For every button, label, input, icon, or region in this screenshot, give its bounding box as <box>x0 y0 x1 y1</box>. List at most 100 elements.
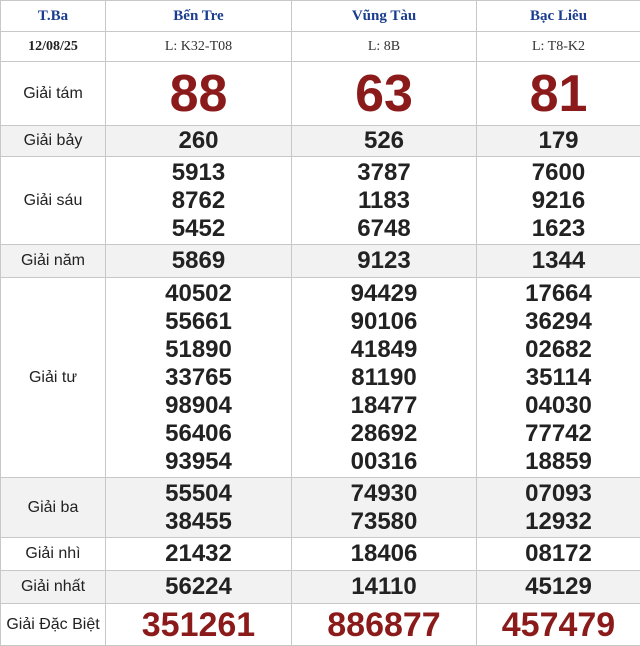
prize-cell: 56224 <box>106 571 292 604</box>
prize-number: 5913 <box>106 159 291 187</box>
prize-number: 17664 <box>477 280 640 308</box>
prize-number: 6748 <box>292 215 476 243</box>
prize-cell: 45129 <box>477 571 640 604</box>
prize-number: 40502 <box>106 280 291 308</box>
prize-number: 88 <box>170 65 228 123</box>
prize-label: Giải Đặc Biệt <box>1 604 106 646</box>
prize-number: 98904 <box>106 392 291 420</box>
prize-cell: 81 <box>477 62 640 126</box>
prize-cell: 5869 <box>106 245 292 278</box>
prize-number: 74930 <box>292 480 476 508</box>
prize-cell: 760092161623 <box>477 157 640 245</box>
prize-label: Giải bảy <box>1 126 106 157</box>
prize-number: 07093 <box>477 480 640 508</box>
prize-number: 1183 <box>292 187 476 215</box>
prize-row: Giải nhì 21432 18406 08172 <box>1 538 640 571</box>
prize-label: Giải tám <box>1 62 106 126</box>
prize-label: Giải năm <box>1 245 106 278</box>
prize-row: Giải tư 40502556615189033765989045640693… <box>1 278 640 478</box>
prize-number: 18406 <box>292 540 476 568</box>
prize-cell: 18406 <box>292 538 477 571</box>
prize-number: 5869 <box>106 247 291 275</box>
prize-number: 56224 <box>106 573 291 601</box>
prize-cell: 179 <box>477 126 640 157</box>
prize-number: 02682 <box>477 336 640 364</box>
prize-cell: 378711836748 <box>292 157 477 245</box>
prize-number: 179 <box>477 127 640 155</box>
prize-number: 260 <box>106 127 291 155</box>
prize-number: 5452 <box>106 215 291 243</box>
prize-number: 55661 <box>106 308 291 336</box>
prize-number: 41849 <box>292 336 476 364</box>
prize-number: 45129 <box>477 573 640 601</box>
prize-number: 90106 <box>292 308 476 336</box>
prize-number: 08172 <box>477 540 640 568</box>
weekday-header: T.Ba <box>1 1 106 32</box>
prize-number: 8762 <box>106 187 291 215</box>
prize-label: Giải tư <box>1 278 106 478</box>
prize-cell: 14110 <box>292 571 477 604</box>
prize-row: Giải bảy 260 526 179 <box>1 126 640 157</box>
prize-cell: 591387625452 <box>106 157 292 245</box>
prize-cell: 886877 <box>292 604 477 646</box>
ticket-code-ben-tre: L: K32-T08 <box>106 32 292 62</box>
ticket-code-row: 12/08/25 L: K32-T08 L: 8B L: T8-K2 <box>1 32 640 62</box>
header-row: T.Ba Bến Tre Vũng Tàu Bạc Liêu <box>1 1 640 32</box>
prize-cell: 08172 <box>477 538 640 571</box>
prize-cell: 7493073580 <box>292 478 477 538</box>
province-header-ben-tre[interactable]: Bến Tre <box>106 1 292 32</box>
prize-label: Giải nhất <box>1 571 106 604</box>
prize-number: 1623 <box>477 215 640 243</box>
prize-number: 94429 <box>292 280 476 308</box>
prize-cell: 0709312932 <box>477 478 640 538</box>
prize-number: 56406 <box>106 420 291 448</box>
prize-cell: 457479 <box>477 604 640 646</box>
prize-number: 14110 <box>292 573 476 601</box>
prize-number: 21432 <box>106 540 291 568</box>
prize-number: 7600 <box>477 159 640 187</box>
prize-number: 51890 <box>106 336 291 364</box>
prize-label: Giải ba <box>1 478 106 538</box>
prize-number: 28692 <box>292 420 476 448</box>
prize-label: Giải sáu <box>1 157 106 245</box>
ticket-code-bac-lieu: L: T8-K2 <box>477 32 640 62</box>
prize-number: 38455 <box>106 508 291 536</box>
prize-number: 73580 <box>292 508 476 536</box>
prize-cell: 351261 <box>106 604 292 646</box>
prize-cell: 9123 <box>292 245 477 278</box>
prize-cell: 17664362940268235114040307774218859 <box>477 278 640 478</box>
prize-number: 457479 <box>502 606 615 644</box>
prize-number: 36294 <box>477 308 640 336</box>
draw-date: 12/08/25 <box>1 32 106 62</box>
prize-cell: 94429901064184981190184772869200316 <box>292 278 477 478</box>
prize-number: 35114 <box>477 364 640 392</box>
prize-cell: 21432 <box>106 538 292 571</box>
province-header-vung-tau[interactable]: Vũng Tàu <box>292 1 477 32</box>
prize-number: 351261 <box>142 606 255 644</box>
prize-number: 3787 <box>292 159 476 187</box>
prize-row: Giải nhất 56224 14110 45129 <box>1 571 640 604</box>
prize-cell: 88 <box>106 62 292 126</box>
prize-number: 18477 <box>292 392 476 420</box>
prize-number: 77742 <box>477 420 640 448</box>
prize-number: 81190 <box>292 364 476 392</box>
ticket-code-vung-tau: L: 8B <box>292 32 477 62</box>
prize-cell: 5550438455 <box>106 478 292 538</box>
prize-number: 63 <box>355 65 413 123</box>
prize-number: 9123 <box>292 247 476 275</box>
prize-number: 81 <box>530 65 588 123</box>
prize-number: 93954 <box>106 448 291 476</box>
prize-number: 00316 <box>292 448 476 476</box>
prize-number: 526 <box>292 127 476 155</box>
prize-cell: 260 <box>106 126 292 157</box>
prize-cell: 1344 <box>477 245 640 278</box>
prize-cell: 40502556615189033765989045640693954 <box>106 278 292 478</box>
prize-cell: 526 <box>292 126 477 157</box>
prize-row: Giải tám 88 63 81 <box>1 62 640 126</box>
prize-label: Giải nhì <box>1 538 106 571</box>
prize-number: 12932 <box>477 508 640 536</box>
province-header-bac-lieu[interactable]: Bạc Liêu <box>477 1 640 32</box>
prize-number: 04030 <box>477 392 640 420</box>
prize-number: 33765 <box>106 364 291 392</box>
lottery-results-table: T.Ba Bến Tre Vũng Tàu Bạc Liêu 12/08/25 … <box>0 0 640 646</box>
